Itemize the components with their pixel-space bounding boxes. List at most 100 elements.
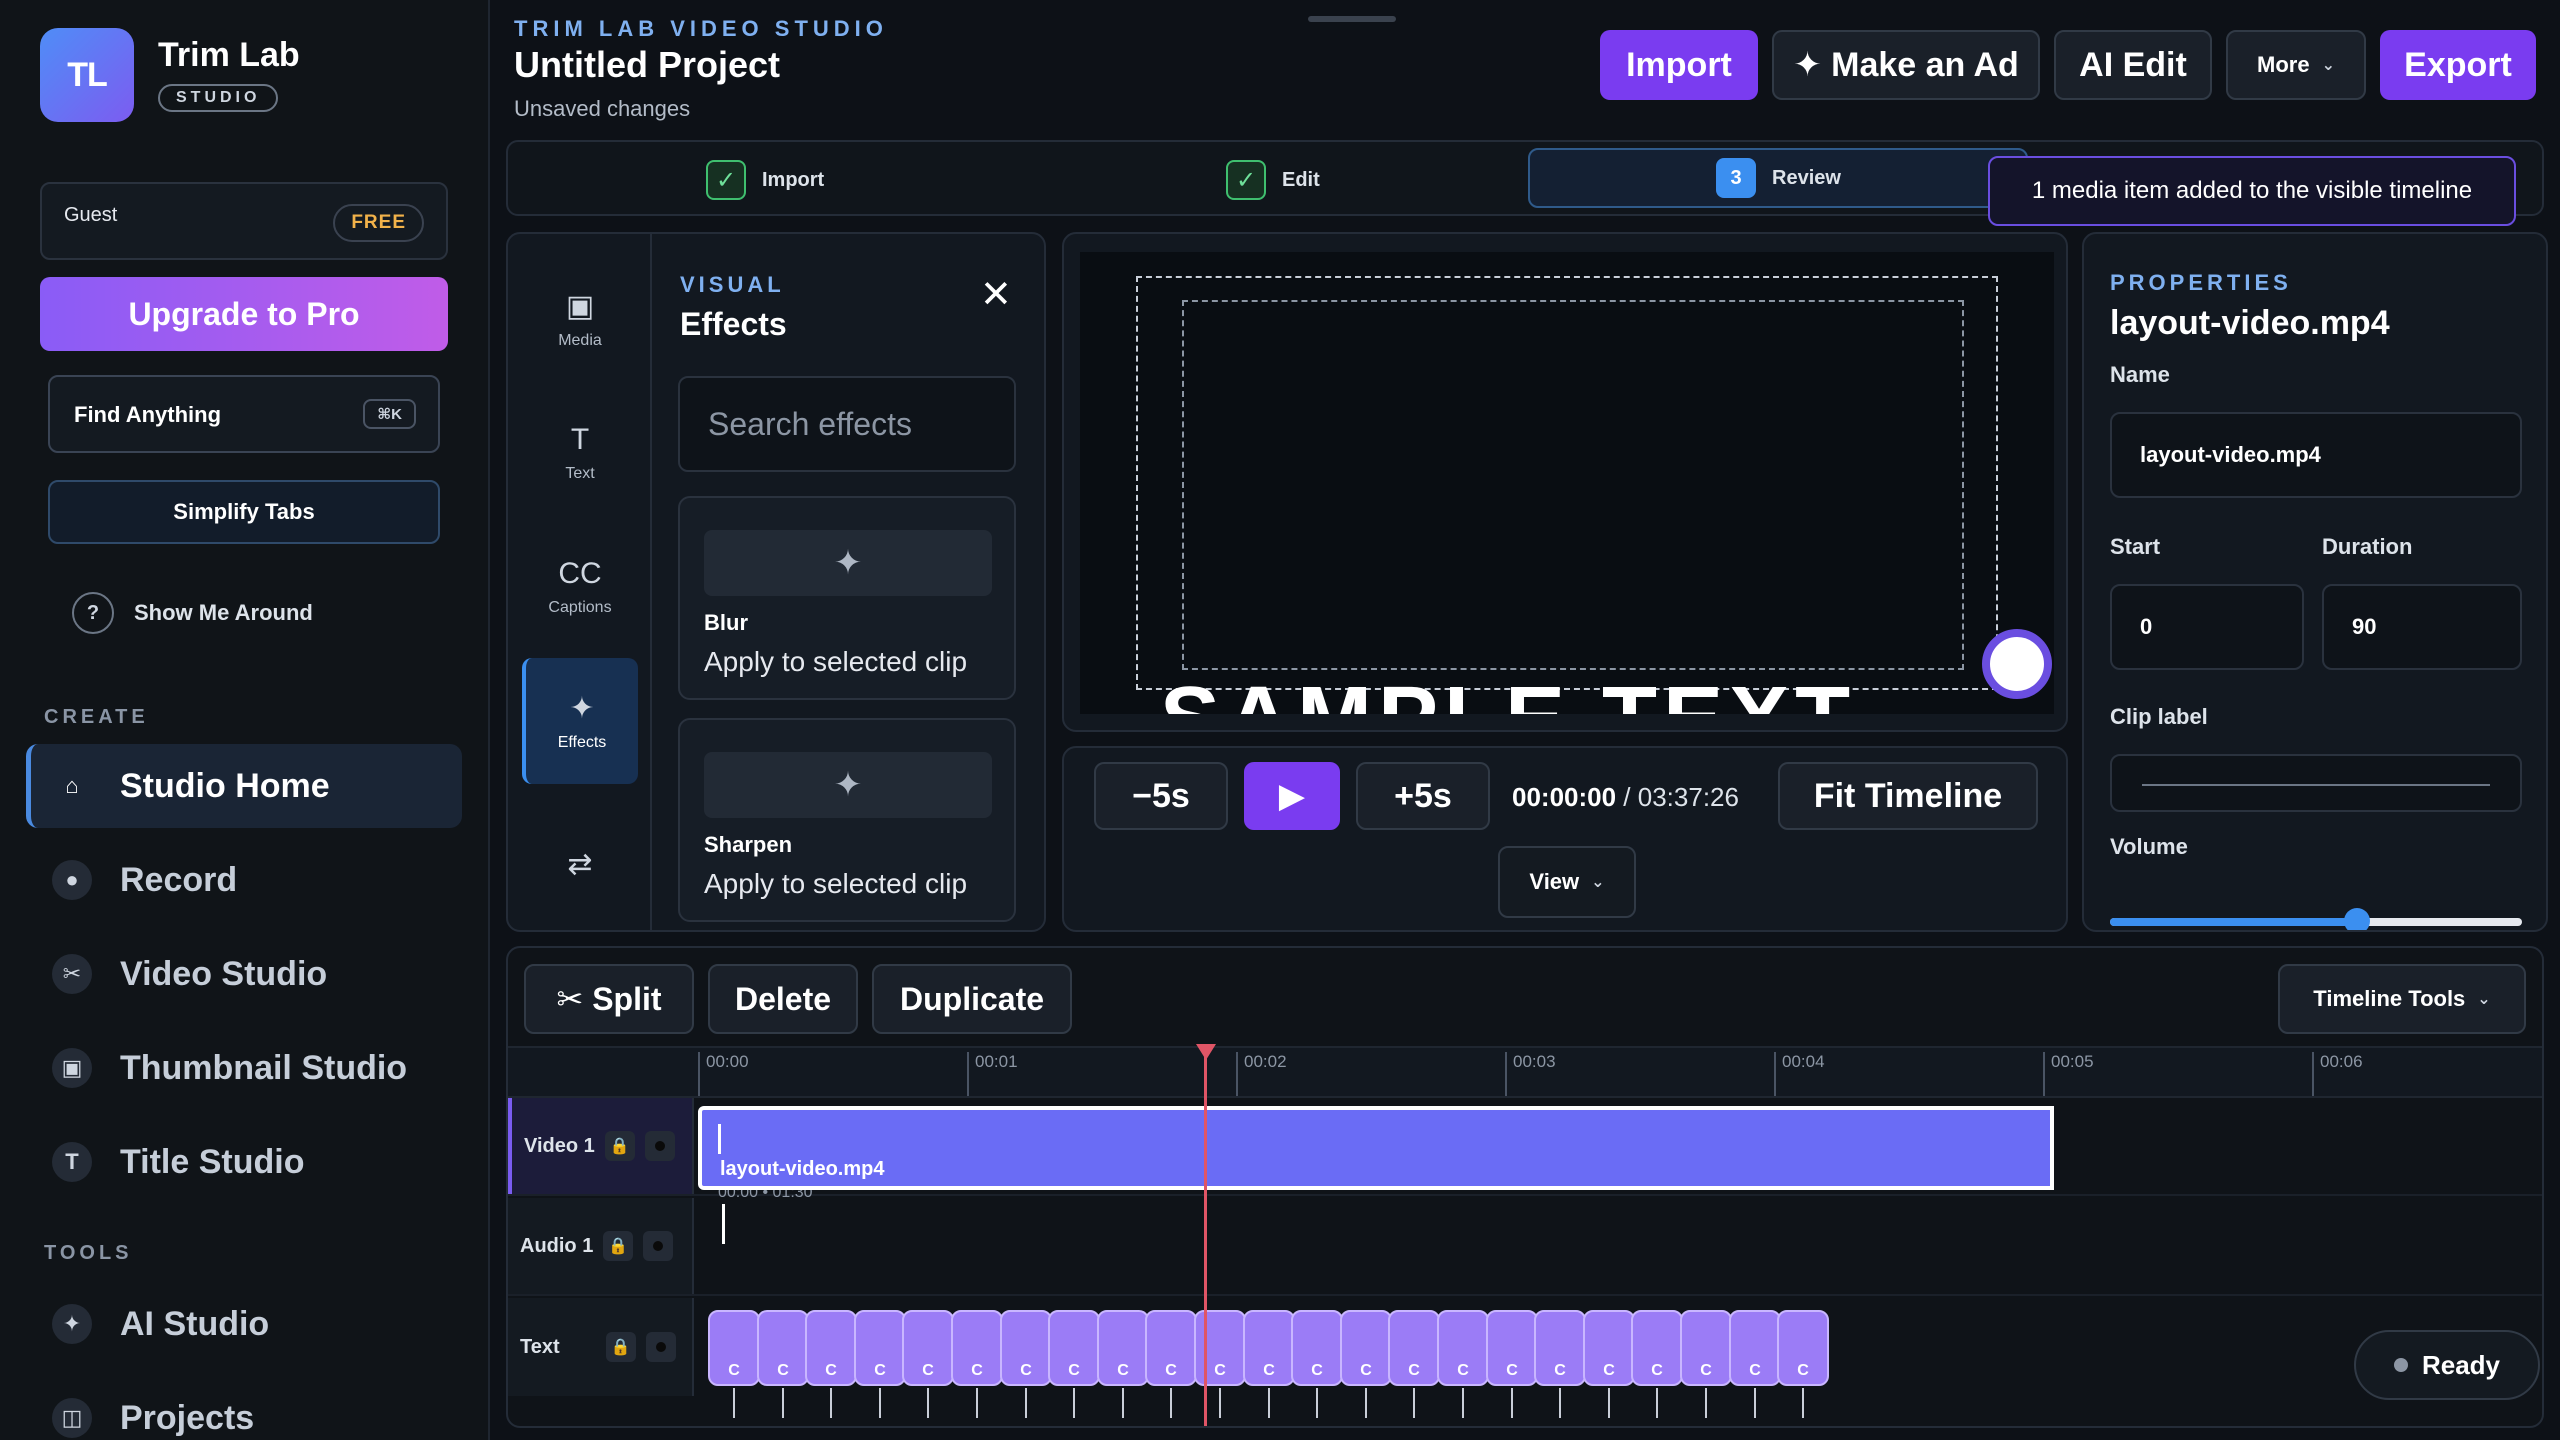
split-button[interactable]: ✂ Split [524, 964, 694, 1034]
caption-chip[interactable]: C [1777, 1310, 1829, 1386]
mute-icon[interactable] [645, 1332, 676, 1362]
resize-handle[interactable] [1982, 629, 2052, 699]
project-title[interactable]: Untitled Project [514, 44, 780, 86]
close-icon[interactable]: ✕ [980, 272, 1012, 317]
nav-label: Studio Home [120, 766, 330, 805]
caption-chip[interactable]: C [1194, 1310, 1246, 1386]
step-import[interactable]: ✓ Import [706, 160, 824, 200]
step-edit[interactable]: ✓ Edit [1226, 160, 1320, 200]
search-effects-input[interactable]: Search effects [678, 376, 1016, 472]
nav-label: Projects [120, 1398, 255, 1437]
mute-icon[interactable] [643, 1231, 674, 1261]
track-header[interactable]: Video 1 🔒 [508, 1098, 694, 1194]
track-header[interactable]: Audio 1 🔒 [508, 1198, 694, 1294]
volume-label: Volume [2110, 834, 2188, 859]
preview-canvas[interactable]: SAMPLE TEXT [1080, 252, 2054, 714]
video-clip[interactable]: layout-video.mp4 [698, 1106, 2054, 1190]
delete-button[interactable]: Delete [708, 964, 858, 1034]
rail-media[interactable]: ▣ Media [522, 256, 638, 382]
rewind-5s-button[interactable]: −5s [1094, 762, 1228, 830]
start-field[interactable]: 0 [2110, 584, 2304, 670]
caption-chip[interactable]: C [854, 1310, 906, 1386]
nav-video-studio[interactable]: ✂ Video Studio [26, 932, 462, 1016]
drag-handle[interactable] [1308, 16, 1396, 22]
app-logo[interactable]: TL [40, 28, 134, 122]
nav-thumbnail-studio[interactable]: ▣ Thumbnail Studio [26, 1026, 462, 1110]
caption-chip-stem [733, 1388, 735, 1418]
show-me-around-link[interactable]: Show Me Around [134, 600, 313, 626]
name-field[interactable]: layout-video.mp4 [2110, 412, 2522, 498]
caption-chip[interactable]: C [805, 1310, 857, 1386]
lock-icon[interactable]: 🔒 [604, 1131, 635, 1161]
mute-icon[interactable] [644, 1131, 675, 1161]
nav-studio-home[interactable]: ⌂ Studio Home [26, 744, 462, 828]
rail-text[interactable]: T Text [522, 390, 638, 516]
ai-edit-button[interactable]: AI Edit [2054, 30, 2212, 100]
caption-chip[interactable]: C [1583, 1310, 1635, 1386]
import-button[interactable]: Import [1600, 30, 1758, 100]
volume-fill [2110, 918, 2358, 926]
caption-chip[interactable]: C [1534, 1310, 1586, 1386]
volume-thumb[interactable] [2344, 908, 2371, 930]
caption-chip[interactable]: C [1680, 1310, 1732, 1386]
caption-chip[interactable]: C [1486, 1310, 1538, 1386]
caption-chip[interactable]: C [1729, 1310, 1781, 1386]
effect-name: Sharpen [704, 832, 793, 857]
caption-chip[interactable]: C [902, 1310, 954, 1386]
timeline-ruler[interactable]: 00:0000:0100:0200:0300:0400:0500:0600:07… [508, 1046, 2542, 1098]
caption-chip[interactable]: C [708, 1310, 760, 1386]
nav-projects[interactable]: ◫ Projects [26, 1376, 462, 1440]
upgrade-button[interactable]: Upgrade to Pro [40, 277, 448, 351]
rail-transitions[interactable]: ⇄ [522, 832, 638, 896]
transport-controls: −5s ▶ +5s 00:00:00 / 03:37:26 Fit Timeli… [1062, 746, 2068, 932]
effect-card-sharpen[interactable]: ✦ Sharpen Apply to selected clip [678, 718, 1016, 922]
caption-chip[interactable]: C [1388, 1310, 1440, 1386]
caption-chip[interactable]: C [1291, 1310, 1343, 1386]
forward-5s-button[interactable]: +5s [1356, 762, 1490, 830]
rail-captions[interactable]: CC Captions [522, 524, 638, 650]
duplicate-button[interactable]: Duplicate [872, 964, 1072, 1034]
clip-label-field[interactable] [2110, 754, 2522, 812]
caption-chip[interactable]: C [1631, 1310, 1683, 1386]
clip-trim-handle[interactable] [718, 1124, 721, 1154]
caption-chip[interactable]: C [1145, 1310, 1197, 1386]
lock-icon[interactable]: 🔒 [603, 1231, 634, 1261]
account-card[interactable]: Guest FREE [40, 182, 448, 260]
nav-ai-studio[interactable]: ✦ AI Studio [26, 1282, 462, 1366]
caption-chip[interactable]: C [1340, 1310, 1392, 1386]
play-button[interactable]: ▶ [1244, 762, 1340, 830]
export-button[interactable]: Export [2380, 30, 2536, 100]
caption-chip[interactable]: C [1243, 1310, 1295, 1386]
caption-chip[interactable]: C [1437, 1310, 1489, 1386]
simplify-tabs-button[interactable]: Simplify Tabs [48, 480, 440, 544]
nav-title-studio[interactable]: T Title Studio [26, 1120, 462, 1204]
playhead[interactable] [1204, 1046, 1207, 1426]
duration-field[interactable]: 90 [2322, 584, 2522, 670]
more-menu-button[interactable]: More ⌄ [2226, 30, 2366, 100]
volume-slider[interactable] [2110, 908, 2522, 930]
help-icon[interactable]: ? [72, 592, 114, 634]
step-review[interactable]: 3 Review [1528, 148, 2028, 208]
make-ad-button[interactable]: ✦ Make an Ad [1772, 30, 2040, 100]
caption-chip[interactable]: C [1048, 1310, 1100, 1386]
ruler-tick: 00:03 [1505, 1052, 1556, 1096]
nav-label: Thumbnail Studio [120, 1048, 408, 1087]
view-menu-button[interactable]: View ⌄ [1498, 846, 1636, 918]
find-anything-button[interactable]: Find Anything ⌘K [48, 375, 440, 453]
caption-chip-stem [1413, 1388, 1415, 1418]
caption-chip[interactable]: C [757, 1310, 809, 1386]
track-header[interactable]: Text 🔒 [508, 1298, 694, 1396]
caption-chip-stem [1608, 1388, 1610, 1418]
caption-chip[interactable]: C [1097, 1310, 1149, 1386]
nav-record[interactable]: ● Record [26, 838, 462, 922]
rail-effects[interactable]: ✦ Effects [522, 658, 638, 784]
effect-card-blur[interactable]: ✦ Blur Apply to selected clip [678, 496, 1016, 700]
caption-chip-stem [1559, 1388, 1561, 1418]
lock-icon[interactable]: 🔒 [605, 1332, 636, 1362]
timeline-tools-button[interactable]: Timeline Tools ⌄ [2278, 964, 2526, 1034]
canvas-text-layer[interactable]: SAMPLE TEXT [1160, 668, 1856, 714]
caption-chip[interactable]: C [1000, 1310, 1052, 1386]
shortcut-badge: ⌘K [363, 399, 416, 429]
fit-timeline-button[interactable]: Fit Timeline [1778, 762, 2038, 830]
caption-chip[interactable]: C [951, 1310, 1003, 1386]
